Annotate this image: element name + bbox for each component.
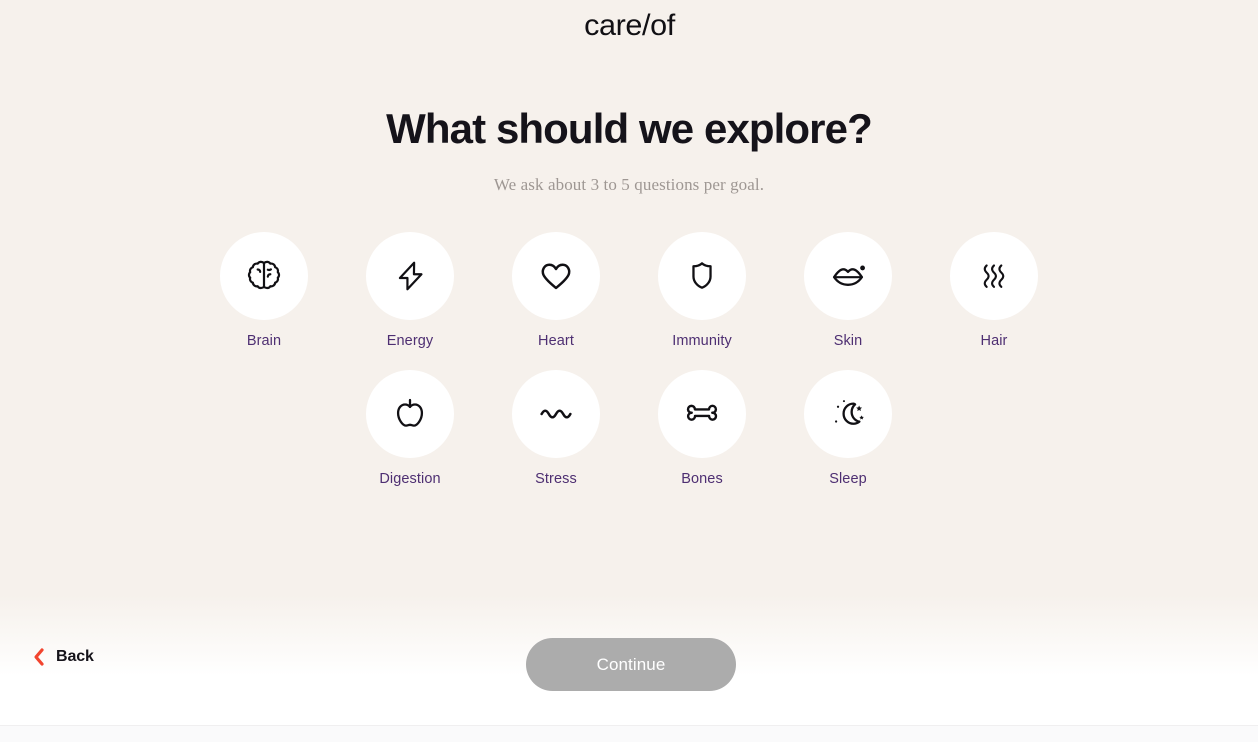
goal-option-sleep[interactable]: Sleep <box>796 369 900 487</box>
goal-option-bones[interactable]: Bones <box>650 369 754 487</box>
lightning-bolt-icon <box>398 261 423 291</box>
squiggle-wave-icon <box>540 408 572 419</box>
hair-waves-icon <box>983 264 1005 288</box>
goal-icon-circle <box>658 369 746 458</box>
goal-label: Energy <box>386 333 434 349</box>
goal-label: Skin <box>833 333 863 349</box>
onboarding-page: care/of What should we explore? We ask a… <box>0 0 1258 742</box>
goal-label: Brain <box>246 333 282 349</box>
chevron-left-icon <box>34 648 44 666</box>
apple-icon <box>396 398 424 427</box>
continue-button-label: Continue <box>596 654 666 674</box>
goal-icon-circle <box>220 232 308 320</box>
careof-logo: care/of <box>583 9 675 42</box>
goal-icon-circle <box>804 232 892 320</box>
goal-icon-circle <box>366 232 454 320</box>
footer-bar: Back Continue <box>0 595 1258 725</box>
back-button-label: Back <box>56 648 94 665</box>
goal-option-stress[interactable]: Stress <box>504 369 608 487</box>
goal-option-energy[interactable]: Energy <box>358 232 462 349</box>
goal-row-2: Digestion Stress Bones Sleep <box>0 369 1258 487</box>
moon-stars-icon <box>835 399 864 425</box>
goal-grid: Brain Energy Heart Immunity Skin Hair Di… <box>0 232 1258 486</box>
goal-icon-circle <box>512 369 600 458</box>
goal-icon-circle <box>512 232 600 320</box>
goal-label: Stress <box>535 470 577 487</box>
bone-icon <box>686 404 718 421</box>
goal-label: Digestion <box>379 470 441 487</box>
page-subtitle: We ask about 3 to 5 questions per goal. <box>493 175 765 194</box>
continue-button[interactable]: Continue <box>526 638 736 691</box>
goal-option-heart[interactable]: Heart <box>504 232 608 349</box>
goal-row-1: Brain Energy Heart Immunity Skin Hair <box>0 232 1258 349</box>
page-title: What should we explore? <box>386 105 873 152</box>
goal-option-hair[interactable]: Hair <box>942 232 1046 349</box>
brain-icon <box>247 260 281 290</box>
goal-label: Hair <box>980 333 1008 349</box>
goal-option-skin[interactable]: Skin <box>796 232 900 349</box>
goal-option-digestion[interactable]: Digestion <box>358 369 462 487</box>
back-button[interactable]: Back <box>32 647 94 667</box>
heart-icon <box>541 263 571 290</box>
goal-label: Immunity <box>672 333 732 349</box>
goal-label: Sleep <box>829 470 867 487</box>
lips-icon <box>832 265 865 286</box>
goal-icon-circle <box>658 232 746 320</box>
brand-header: care/of <box>0 0 1258 52</box>
goal-icon-circle <box>950 232 1038 320</box>
shield-icon <box>692 262 712 289</box>
goal-option-immunity[interactable]: Immunity <box>650 232 754 349</box>
goal-icon-circle <box>804 369 892 458</box>
goal-label: Heart <box>538 333 574 349</box>
bottom-strip <box>0 725 1258 742</box>
goal-label: Bones <box>681 470 723 487</box>
goal-option-brain[interactable]: Brain <box>212 232 316 349</box>
goal-icon-circle <box>366 369 454 458</box>
